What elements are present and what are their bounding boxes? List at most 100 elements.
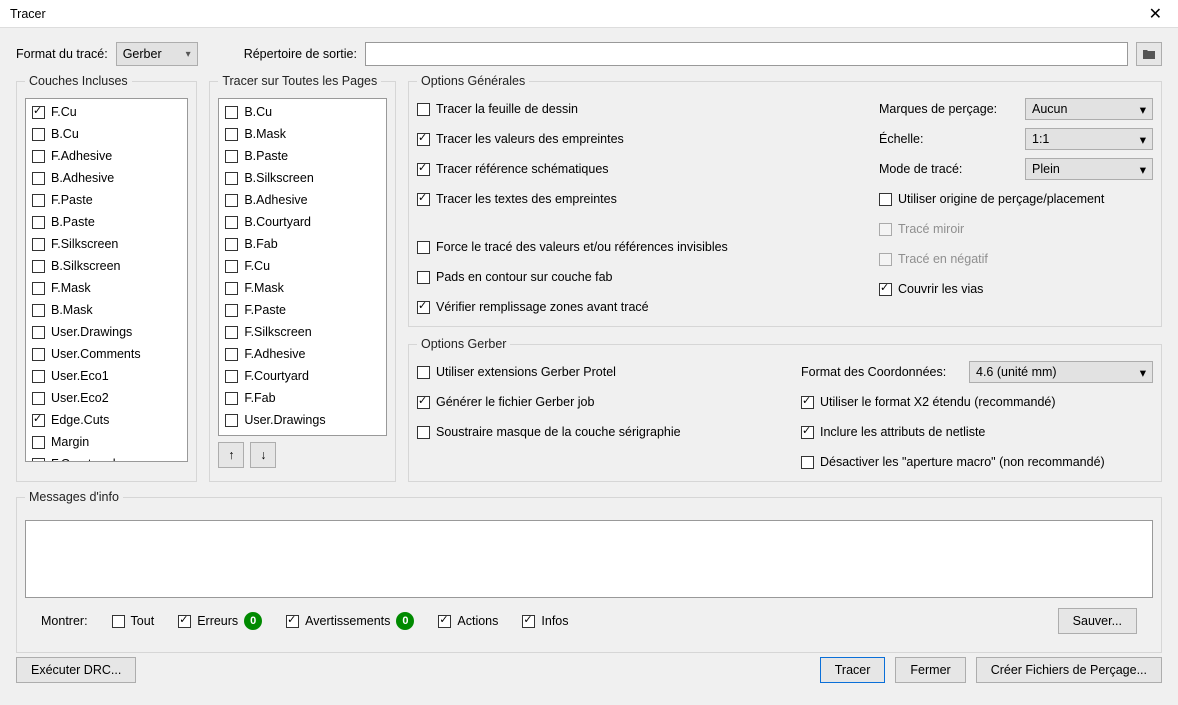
list-item[interactable]: B.Adhesive bbox=[28, 167, 185, 189]
checkbox[interactable] bbox=[32, 436, 45, 449]
close-button[interactable]: Fermer bbox=[895, 657, 965, 683]
checkbox[interactable] bbox=[32, 128, 45, 141]
pads-outline-checkbox[interactable]: Pads en contour sur couche fab bbox=[417, 266, 728, 288]
messages-textarea[interactable] bbox=[25, 520, 1153, 598]
plot-button[interactable]: Tracer bbox=[820, 657, 886, 683]
drill-marks-select[interactable]: Aucun▾ bbox=[1025, 98, 1153, 120]
checkbox[interactable] bbox=[417, 271, 430, 284]
move-down-button[interactable]: ↓ bbox=[250, 442, 276, 468]
checkbox[interactable] bbox=[225, 150, 238, 163]
output-dir-input[interactable] bbox=[365, 42, 1128, 66]
checkbox[interactable] bbox=[225, 128, 238, 141]
draw-sheet-checkbox[interactable]: Tracer la feuille de dessin bbox=[417, 98, 728, 120]
checkbox[interactable] bbox=[417, 241, 430, 254]
print-values-checkbox[interactable]: Tracer les valeurs des empreintes bbox=[417, 128, 728, 150]
show-warnings-checkbox[interactable]: Avertissements0 bbox=[286, 612, 414, 630]
list-item[interactable]: F.Silkscreen bbox=[28, 233, 185, 255]
list-item[interactable]: B.Silkscreen bbox=[221, 167, 384, 189]
show-all-checkbox[interactable]: Tout bbox=[112, 614, 155, 628]
subtract-mask-checkbox[interactable]: Soustraire masque de la couche sérigraph… bbox=[417, 421, 757, 443]
close-icon[interactable]: ✕ bbox=[1141, 2, 1170, 26]
list-item[interactable]: F.Silkscreen bbox=[221, 321, 384, 343]
checkbox[interactable] bbox=[417, 396, 430, 409]
list-item[interactable]: B.Paste bbox=[221, 145, 384, 167]
list-item[interactable]: B.Paste bbox=[28, 211, 185, 233]
print-refs-checkbox[interactable]: Tracer référence schématiques bbox=[417, 158, 728, 180]
all-pages-list[interactable]: B.CuB.MaskB.PasteB.SilkscreenB.AdhesiveB… bbox=[218, 98, 387, 436]
checkbox[interactable] bbox=[32, 172, 45, 185]
list-item[interactable]: F.Adhesive bbox=[28, 145, 185, 167]
checkbox[interactable] bbox=[225, 348, 238, 361]
list-item[interactable]: F.Courtyard bbox=[221, 365, 384, 387]
browse-folder-button[interactable] bbox=[1136, 42, 1162, 66]
checkbox[interactable] bbox=[417, 301, 430, 314]
checkbox[interactable] bbox=[417, 426, 430, 439]
checkbox[interactable] bbox=[32, 414, 45, 427]
checkbox[interactable] bbox=[32, 370, 45, 383]
list-item[interactable]: B.Adhesive bbox=[221, 189, 384, 211]
force-invisible-checkbox[interactable]: Force le tracé des valeurs et/ou référen… bbox=[417, 236, 728, 258]
checkbox[interactable] bbox=[417, 103, 430, 116]
save-button[interactable]: Sauver... bbox=[1058, 608, 1137, 634]
checkbox[interactable] bbox=[225, 414, 238, 427]
list-item[interactable]: F.Fab bbox=[221, 387, 384, 409]
list-item[interactable]: B.Silkscreen bbox=[28, 255, 185, 277]
checkbox[interactable] bbox=[32, 194, 45, 207]
checkbox[interactable] bbox=[32, 326, 45, 339]
checkbox[interactable] bbox=[32, 216, 45, 229]
checkbox[interactable] bbox=[225, 326, 238, 339]
checkbox[interactable] bbox=[417, 163, 430, 176]
list-item[interactable]: B.Cu bbox=[221, 101, 384, 123]
checkbox[interactable] bbox=[417, 366, 430, 379]
list-item[interactable]: F.Paste bbox=[221, 299, 384, 321]
list-item[interactable]: F.Cu bbox=[28, 101, 185, 123]
list-item[interactable]: User.Comments bbox=[221, 431, 384, 436]
list-item[interactable]: Margin bbox=[28, 431, 185, 453]
checkbox[interactable] bbox=[225, 436, 238, 437]
checkbox[interactable] bbox=[32, 458, 45, 463]
list-item[interactable]: User.Eco1 bbox=[28, 365, 185, 387]
checkbox[interactable] bbox=[32, 238, 45, 251]
list-item[interactable]: B.Fab bbox=[221, 233, 384, 255]
coord-format-select[interactable]: 4.6 (unité mm)▾ bbox=[969, 361, 1153, 383]
checkbox[interactable] bbox=[32, 304, 45, 317]
list-item[interactable]: F.Paste bbox=[28, 189, 185, 211]
mode-select[interactable]: Plein▾ bbox=[1025, 158, 1153, 180]
netlist-attrs-checkbox[interactable]: Inclure les attributs de netliste bbox=[801, 421, 1153, 443]
checkbox[interactable] bbox=[32, 260, 45, 273]
checkbox[interactable] bbox=[225, 216, 238, 229]
create-drill-files-button[interactable]: Créer Fichiers de Perçage... bbox=[976, 657, 1162, 683]
checkbox[interactable] bbox=[32, 150, 45, 163]
checkbox[interactable] bbox=[225, 304, 238, 317]
show-errors-checkbox[interactable]: Erreurs0 bbox=[178, 612, 262, 630]
list-item[interactable]: F.Courtyard bbox=[28, 453, 185, 462]
list-item[interactable]: User.Drawings bbox=[221, 409, 384, 431]
checkbox[interactable] bbox=[225, 238, 238, 251]
use-drill-origin-checkbox[interactable]: Utiliser origine de perçage/placement bbox=[879, 188, 1153, 210]
disable-aperture-macro-checkbox[interactable]: Désactiver les "aperture macro" (non rec… bbox=[801, 451, 1153, 473]
scale-select[interactable]: 1:1▾ bbox=[1025, 128, 1153, 150]
checkbox[interactable] bbox=[32, 106, 45, 119]
list-item[interactable]: B.Cu bbox=[28, 123, 185, 145]
list-item[interactable]: User.Drawings bbox=[28, 321, 185, 343]
included-layers-list[interactable]: F.CuB.CuF.AdhesiveB.AdhesiveF.PasteB.Pas… bbox=[25, 98, 188, 462]
checkbox[interactable] bbox=[225, 172, 238, 185]
checkbox[interactable] bbox=[225, 260, 238, 273]
list-item[interactable]: F.Cu bbox=[221, 255, 384, 277]
gerber-job-checkbox[interactable]: Générer le fichier Gerber job bbox=[417, 391, 757, 413]
list-item[interactable]: Edge.Cuts bbox=[28, 409, 185, 431]
run-drc-button[interactable]: Exécuter DRC... bbox=[16, 657, 136, 683]
list-item[interactable]: F.Adhesive bbox=[221, 343, 384, 365]
list-item[interactable]: B.Courtyard bbox=[221, 211, 384, 233]
checkbox[interactable] bbox=[32, 392, 45, 405]
checkbox[interactable] bbox=[417, 193, 430, 206]
list-item[interactable]: F.Mask bbox=[28, 277, 185, 299]
checkbox[interactable] bbox=[225, 392, 238, 405]
move-up-button[interactable]: ↑ bbox=[218, 442, 244, 468]
list-item[interactable]: B.Mask bbox=[28, 299, 185, 321]
checkbox[interactable] bbox=[417, 133, 430, 146]
list-item[interactable]: User.Comments bbox=[28, 343, 185, 365]
list-item[interactable]: User.Eco2 bbox=[28, 387, 185, 409]
protel-ext-checkbox[interactable]: Utiliser extensions Gerber Protel bbox=[417, 361, 757, 383]
format-select[interactable]: Gerber ▾ bbox=[116, 42, 198, 66]
